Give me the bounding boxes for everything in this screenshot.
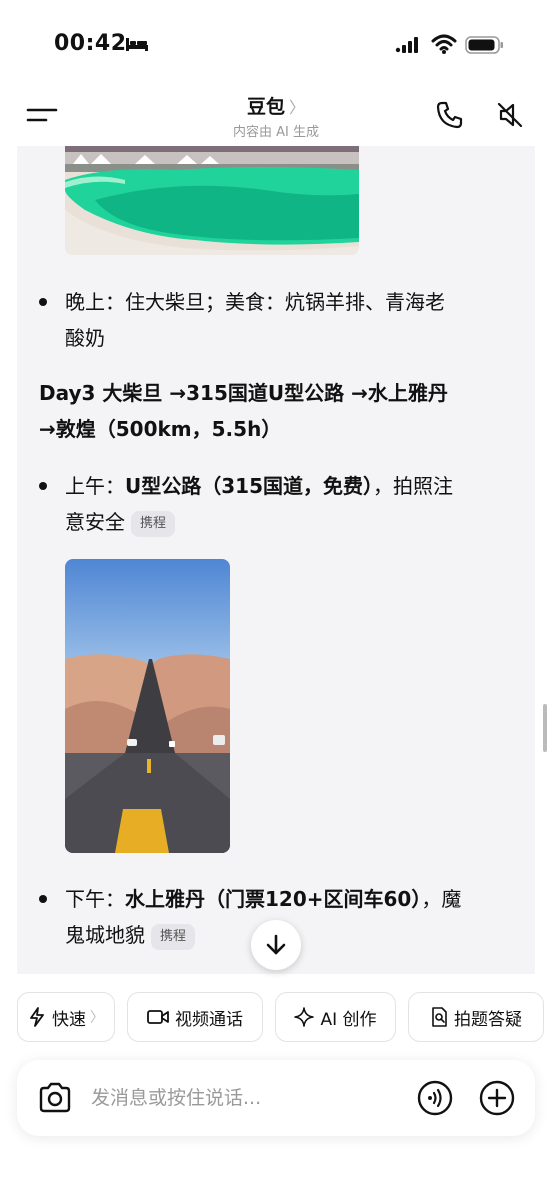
cellular-signal-icon [395, 37, 418, 53]
chevron-right-icon: 〉 [90, 1010, 104, 1026]
ai-create-label: AI 创作 [320, 1009, 377, 1030]
wifi-icon [431, 34, 457, 54]
sparkle-icon [294, 1007, 315, 1027]
video-call-chip[interactable]: 视频通话 [127, 992, 263, 1042]
emerald-lake-image[interactable] [65, 146, 359, 255]
morning-label: 上午： [65, 474, 125, 498]
message-card: 晚上：住大柴旦；美食：炕锅羊排、青海老 酸奶 Day3 大柴旦 →315国道U型… [17, 146, 535, 974]
evening-text: 晚上：住大柴旦；美食：炕锅羊排、青海老 酸奶 [65, 284, 515, 356]
status-bar: 00:42 [0, 0, 552, 90]
lightning-icon [30, 1007, 44, 1027]
morning-text: 上午：U型公路（315国道，免费），拍照注 意安全 携程 [65, 468, 515, 540]
ctrip-source-tag[interactable]: 携程 [131, 511, 176, 537]
morning-content: ，拍照注 [373, 474, 453, 498]
photo-answer-chip[interactable]: 拍题答疑 [408, 992, 544, 1042]
evening-label: 晚上： [65, 290, 125, 314]
ai-create-chip[interactable]: AI 创作 [275, 992, 396, 1042]
morning-content-cont: 意安全 [65, 510, 125, 534]
quick-mode-label: 快速 [52, 1009, 86, 1030]
bot-title[interactable]: 豆包〉 [0, 92, 552, 119]
day3-route: Day3 大柴旦 →315国道U型公路 →水上雅丹 [39, 381, 448, 405]
message-composer [17, 1060, 535, 1136]
bed-icon [126, 38, 148, 51]
video-icon [147, 1010, 169, 1024]
scrollbar[interactable] [543, 704, 547, 752]
video-call-label: 视频通话 [175, 1009, 243, 1030]
evening-content-cont: 酸奶 [65, 326, 105, 350]
status-time: 00:42 [54, 31, 127, 56]
photo-answer-label: 拍题答疑 [454, 1009, 522, 1030]
afternoon-label: 下午： [65, 887, 125, 911]
quick-mode-chip[interactable]: 快速〉 [17, 992, 115, 1042]
document-search-icon [432, 1007, 447, 1027]
ctrip-source-tag[interactable]: 携程 [151, 924, 196, 950]
arrow-down-icon [266, 934, 286, 955]
speaker-mute-icon[interactable] [495, 100, 525, 130]
evening-content: 住大柴旦；美食：炕锅羊排、青海老 [125, 290, 445, 314]
phone-icon[interactable] [435, 100, 465, 130]
day3-route-cont: →敦煌（500km，5.5h） [39, 417, 282, 441]
message-input[interactable] [91, 1082, 391, 1114]
voice-input-icon[interactable] [417, 1080, 453, 1116]
day3-heading: Day3 大柴旦 →315国道U型公路 →水上雅丹 →敦煌（500km，5.5h… [39, 375, 519, 447]
u-shaped-road-image[interactable] [65, 559, 230, 853]
afternoon-content: ，魔 [421, 887, 462, 911]
ai-generated-notice: 内容由 AI 生成 [233, 125, 319, 140]
camera-icon[interactable] [37, 1081, 73, 1115]
scroll-to-bottom-button[interactable] [251, 920, 301, 970]
morning-highlight: U型公路（315国道，免费） [125, 474, 373, 498]
plus-icon[interactable] [479, 1080, 515, 1116]
afternoon-highlight: 水上雅丹（门票120+区间车60） [125, 887, 422, 911]
afternoon-content-cont: 鬼城地貌 [65, 923, 145, 947]
battery-icon [465, 36, 503, 54]
quick-actions: 快速〉 视频通话 AI 创作 拍题答疑 [17, 992, 547, 1044]
page-title: 豆包 [246, 96, 285, 118]
chevron-right-icon: 〉 [289, 98, 306, 117]
